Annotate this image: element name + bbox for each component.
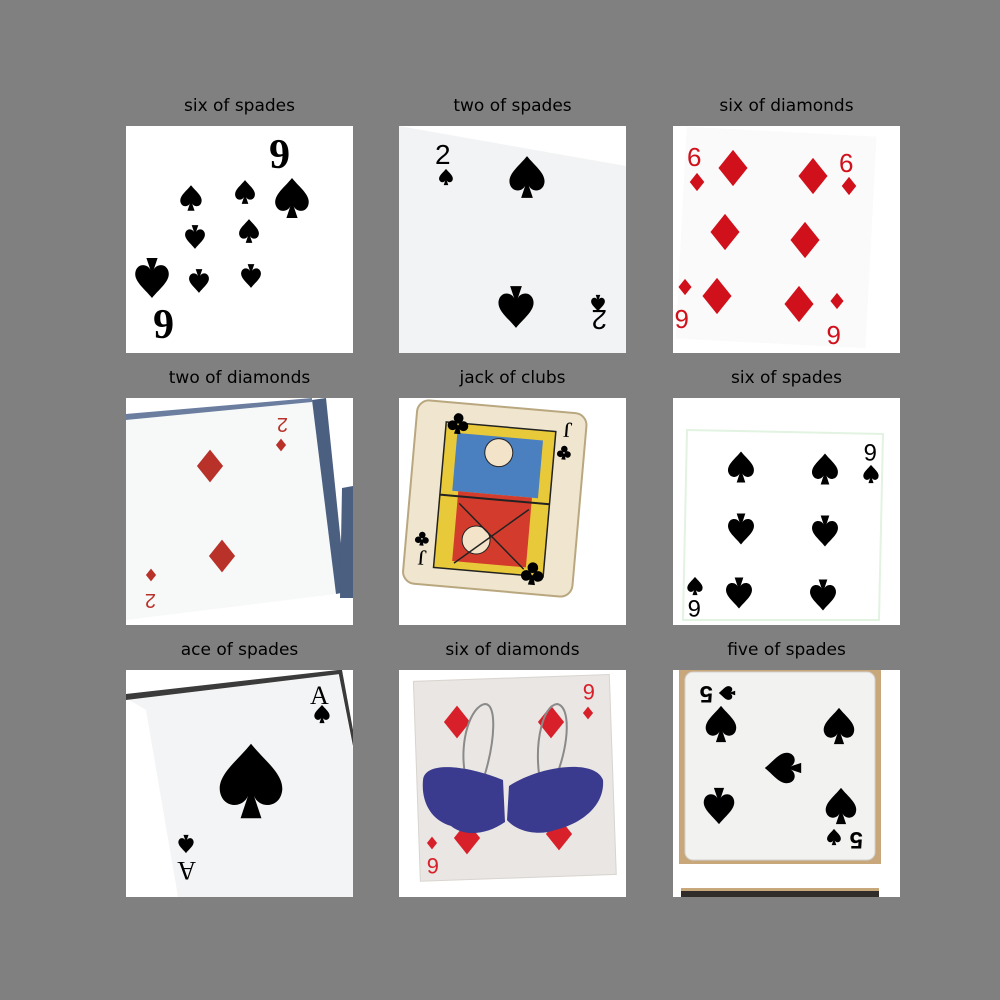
cell-title: two of diamonds bbox=[168, 368, 311, 388]
svg-text:6: 6 bbox=[864, 438, 877, 465]
svg-text:2: 2 bbox=[435, 139, 451, 170]
cell-title: six of spades bbox=[183, 96, 295, 116]
cell-title: jack of clubs bbox=[459, 368, 566, 388]
card-image: 6 6 bbox=[399, 670, 626, 897]
cell-title: six of diamonds bbox=[719, 96, 854, 116]
card-image: A A bbox=[126, 670, 353, 897]
card-image: 6 6 bbox=[126, 126, 353, 353]
card-image: 6 6 bbox=[673, 398, 900, 625]
svg-text:6: 6 bbox=[153, 300, 174, 346]
svg-text:5: 5 bbox=[850, 826, 863, 853]
cell-title: five of spades bbox=[727, 640, 846, 660]
svg-text:6: 6 bbox=[427, 853, 439, 878]
svg-text:2: 2 bbox=[591, 304, 607, 335]
svg-text:6: 6 bbox=[675, 304, 689, 334]
cell-title: ace of spades bbox=[180, 640, 299, 660]
svg-text:6: 6 bbox=[688, 594, 701, 621]
card-image: 2 2 bbox=[126, 398, 353, 625]
svg-text:6: 6 bbox=[583, 679, 595, 704]
cell-title: six of spades bbox=[730, 368, 842, 388]
cell-title: six of diamonds bbox=[445, 640, 580, 660]
card-image: 2 2 bbox=[399, 126, 626, 353]
svg-text:A: A bbox=[177, 856, 196, 885]
card-image: 5 5 bbox=[673, 670, 900, 897]
svg-text:A: A bbox=[310, 681, 329, 710]
cell-title: two of spades bbox=[453, 96, 572, 116]
svg-text:2: 2 bbox=[145, 589, 156, 611]
svg-text:6: 6 bbox=[687, 142, 701, 172]
card-image: 6 6 6 6 bbox=[673, 126, 900, 353]
svg-text:5: 5 bbox=[700, 680, 713, 707]
svg-text:2: 2 bbox=[277, 413, 288, 435]
svg-text:6: 6 bbox=[839, 148, 853, 178]
svg-text:6: 6 bbox=[827, 320, 841, 350]
svg-text:6: 6 bbox=[269, 130, 290, 176]
card-image: J J bbox=[399, 398, 626, 625]
